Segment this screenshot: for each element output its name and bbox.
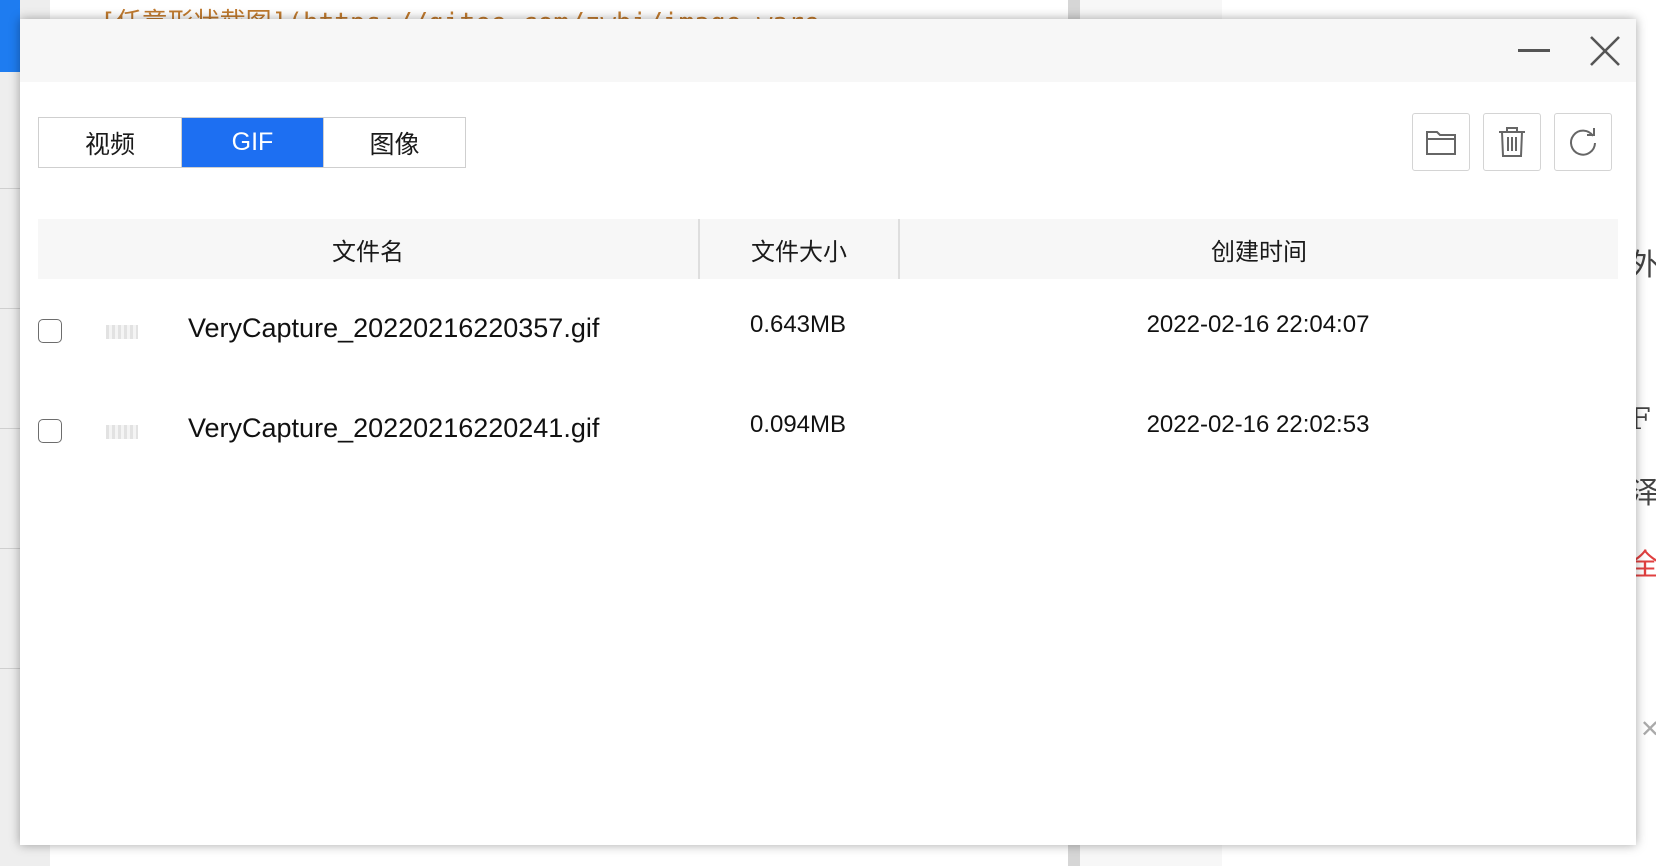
- minimize-icon: [1518, 48, 1550, 52]
- file-created-time: 2022-02-16 22:04:07: [1146, 311, 1370, 338]
- gif-thumbnail[interactable]: [106, 325, 138, 339]
- row-checkbox[interactable]: [38, 419, 62, 443]
- media-type-tabs: 视频 GIF 图像: [38, 117, 466, 168]
- column-header-filesize[interactable]: 文件大小: [698, 219, 898, 279]
- dialog-titlebar[interactable]: [20, 19, 1636, 82]
- column-header-created[interactable]: 创建时间: [898, 219, 1618, 279]
- minimize-button[interactable]: [1501, 19, 1567, 82]
- delete-button[interactable]: [1483, 113, 1541, 171]
- folder-icon: [1426, 131, 1456, 155]
- background-divider: [0, 668, 20, 669]
- file-size: 0.643MB: [749, 311, 847, 338]
- file-name[interactable]: VeryCapture_20220216220241.gif: [188, 413, 599, 444]
- file-size: 0.094MB: [749, 411, 847, 438]
- table-header: 文件名 文件大小 创建时间: [38, 219, 1618, 279]
- open-folder-button[interactable]: [1412, 113, 1470, 171]
- gif-thumbnail[interactable]: [106, 425, 138, 439]
- close-icon: [1590, 35, 1620, 66]
- refresh-icon: [1570, 128, 1596, 156]
- refresh-button[interactable]: [1554, 113, 1612, 171]
- table-row[interactable]: VeryCapture_20220216220357.gif 0.643MB 2…: [38, 279, 1618, 379]
- background-divider: [0, 188, 20, 189]
- background-divider: [0, 548, 20, 549]
- background-divider: [0, 428, 20, 429]
- tab-image[interactable]: 图像: [323, 118, 465, 167]
- close-button[interactable]: [1572, 19, 1638, 82]
- background-divider: [0, 308, 20, 309]
- background-close-icon: ✕: [1640, 716, 1656, 743]
- recordings-dialog: 视频 GIF 图像 文件名 文件大小 创建时间 VeryCapture_2022…: [20, 19, 1636, 845]
- tab-video[interactable]: 视频: [39, 118, 181, 167]
- table-row[interactable]: VeryCapture_20220216220241.gif 0.094MB 2…: [38, 379, 1618, 479]
- file-created-time: 2022-02-16 22:02:53: [1146, 411, 1370, 438]
- row-checkbox[interactable]: [38, 319, 62, 343]
- file-name[interactable]: VeryCapture_20220216220357.gif: [188, 313, 599, 344]
- trash-icon: [1499, 127, 1525, 157]
- column-header-filename[interactable]: 文件名: [38, 219, 698, 279]
- background-sidebar-accent: [0, 0, 20, 72]
- tab-gif[interactable]: GIF: [181, 118, 323, 167]
